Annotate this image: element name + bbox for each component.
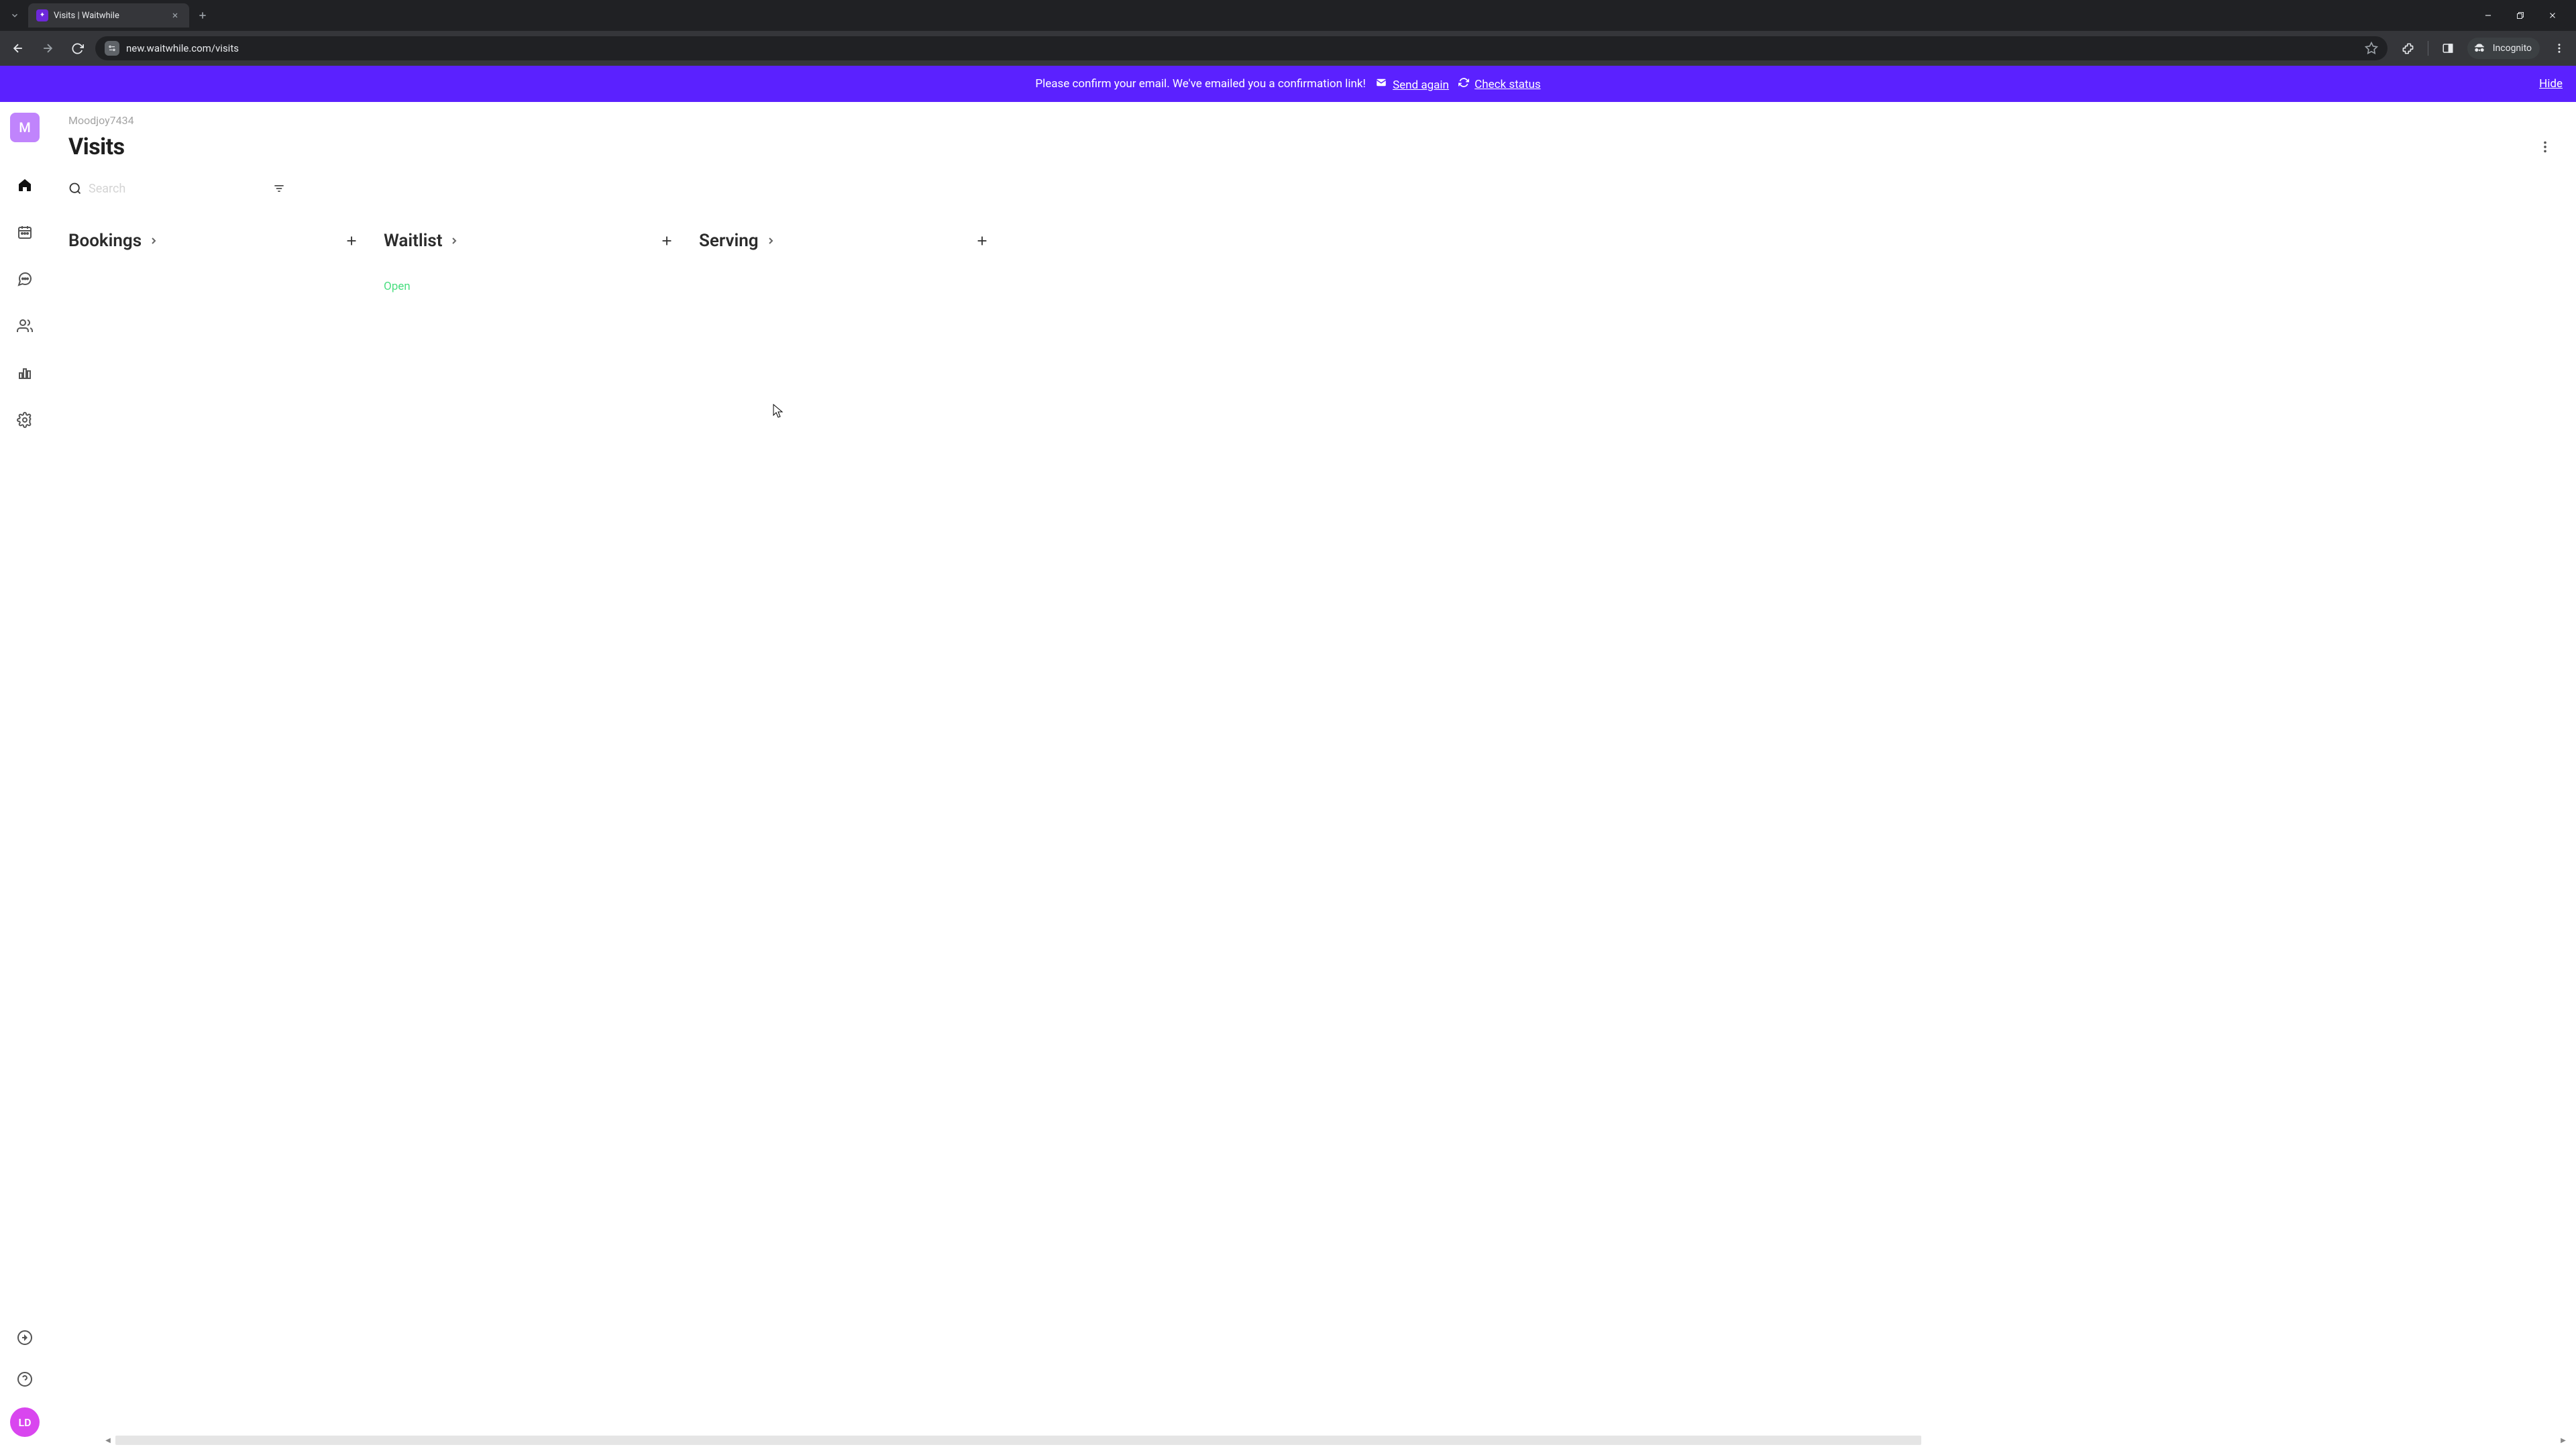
scroll-left-arrow[interactable]: ◀ (103, 1436, 113, 1445)
nav-messages-icon[interactable] (11, 266, 38, 292)
column-waitlist-header[interactable]: Waitlist (384, 231, 460, 251)
browser-menu-icon[interactable] (2549, 38, 2569, 58)
nav-analytics-icon[interactable] (11, 360, 38, 386)
add-waitlist-button[interactable] (655, 229, 679, 253)
column-serving-header[interactable]: Serving (699, 231, 776, 251)
scroll-track[interactable] (115, 1436, 2556, 1445)
check-status-link[interactable]: Check status (1474, 78, 1540, 91)
column-title: Bookings (68, 231, 142, 251)
column-title: Serving (699, 231, 759, 251)
filter-button[interactable] (268, 178, 290, 199)
window-maximize-button[interactable] (2512, 7, 2529, 24)
incognito-label: Incognito (2493, 43, 2532, 54)
chevron-right-icon (765, 235, 776, 246)
browser-reload-button[interactable] (66, 37, 89, 60)
tab-close-button[interactable] (169, 9, 181, 21)
waitwhile-favicon (36, 9, 48, 21)
side-panel-icon[interactable] (2438, 38, 2458, 58)
waitlist-status: Open (384, 280, 679, 293)
banner-message: Please confirm your email. We've emailed… (1035, 77, 1365, 91)
mouse-cursor (773, 404, 785, 416)
address-bar[interactable]: new.waitwhile.com/visits (95, 36, 2387, 60)
tab-title: Visits | Waitwhile (54, 11, 164, 21)
scroll-thumb[interactable] (115, 1436, 1921, 1445)
chevron-right-icon (148, 235, 159, 246)
hide-banner-link[interactable]: Hide (2539, 77, 2563, 91)
add-booking-button[interactable] (339, 229, 364, 253)
window-close-button[interactable] (2544, 7, 2561, 24)
bookmark-star-icon[interactable] (2365, 42, 2378, 55)
org-name: Moodjoy7434 (68, 114, 2557, 127)
new-tab-button[interactable] (193, 6, 212, 25)
nav-calendar-icon[interactable] (11, 219, 38, 246)
column-title: Waitlist (384, 231, 442, 251)
page-title: Visits (68, 133, 125, 160)
site-info-icon[interactable] (105, 41, 119, 56)
incognito-badge[interactable]: Incognito (2467, 38, 2540, 59)
tab-search-dropdown[interactable] (5, 6, 24, 25)
email-confirm-banner: Please confirm your email. We've emailed… (0, 66, 2576, 102)
nav-settings-icon[interactable] (11, 407, 38, 433)
incognito-icon (2471, 40, 2487, 56)
nav-home-icon[interactable] (11, 172, 38, 199)
refresh-icon (1458, 77, 1469, 88)
add-serving-button[interactable] (970, 229, 994, 253)
browser-tab[interactable]: Visits | Waitwhile (28, 3, 189, 28)
org-avatar[interactable]: M (10, 113, 40, 142)
url-text: new.waitwhile.com/visits (126, 42, 2358, 54)
column-bookings-header[interactable]: Bookings (68, 231, 159, 251)
browser-back-button[interactable] (7, 37, 30, 60)
nav-help-icon[interactable] (11, 1366, 38, 1393)
nav-whatsnew-icon[interactable] (11, 1324, 38, 1351)
window-minimize-button[interactable] (2479, 7, 2497, 24)
extensions-icon[interactable] (2398, 38, 2418, 58)
search-input[interactable] (89, 182, 262, 196)
chevron-right-icon (449, 235, 460, 246)
send-again-link[interactable]: Send again (1393, 78, 1449, 92)
search-icon (68, 182, 82, 195)
browser-forward-button[interactable] (36, 37, 59, 60)
mail-icon (1375, 76, 1387, 89)
horizontal-scrollbar[interactable]: ◀ ▶ (103, 1436, 2568, 1445)
page-more-button[interactable] (2533, 135, 2557, 159)
user-avatar[interactable]: LD (10, 1407, 40, 1437)
scroll-right-arrow[interactable]: ▶ (2559, 1436, 2568, 1445)
nav-customers-icon[interactable] (11, 313, 38, 339)
